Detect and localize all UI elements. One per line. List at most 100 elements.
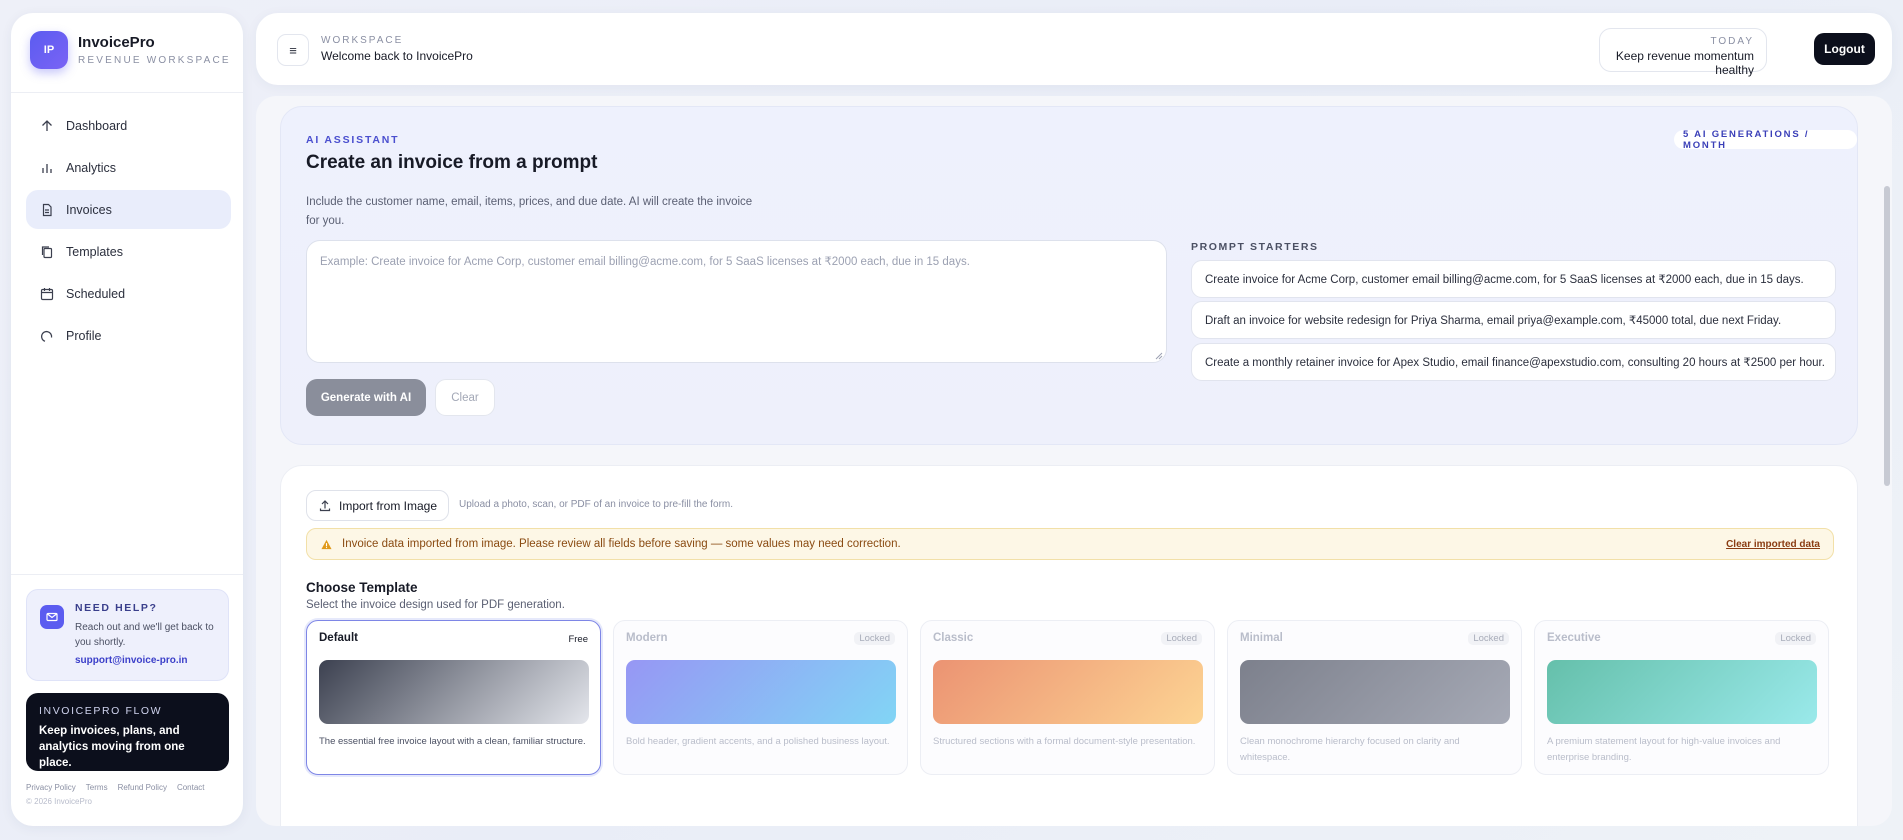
- sidebar-divider: [11, 574, 243, 575]
- sidebar-item-dashboard[interactable]: Dashboard: [26, 106, 231, 145]
- ai-title: Create an invoice from a prompt: [306, 152, 598, 173]
- clear-imported-data-link[interactable]: Clear imported data: [1726, 539, 1820, 550]
- sidebar-item-label: Dashboard: [66, 118, 128, 133]
- template-name: Default: [319, 632, 358, 644]
- ai-generations-badge: 5 AI GENERATIONS / MONTH: [1674, 129, 1857, 151]
- brand[interactable]: IP InvoicePro REVENUE WORKSPACE: [30, 31, 231, 69]
- template-name: Classic: [933, 632, 974, 644]
- sidebar-item-label: Analytics: [66, 160, 117, 175]
- main-content: AI ASSISTANT Create an invoice from a pr…: [256, 96, 1892, 826]
- template-card-executive[interactable]: Executive Locked A premium statement layou…: [1534, 620, 1829, 775]
- menu-toggle-button[interactable]: ≡: [277, 34, 309, 66]
- ai-description: Include the customer name, email, items,…: [306, 196, 753, 227]
- sidebar-item-label: Templates: [66, 244, 123, 259]
- mail-icon: [40, 605, 64, 629]
- template-badge: Locked: [1468, 632, 1509, 645]
- document-icon: [39, 202, 55, 218]
- profile-icon: [39, 328, 55, 344]
- contact-link[interactable]: Contact: [177, 783, 205, 792]
- template-description: Bold header, gradient accents, and a pol…: [626, 736, 890, 747]
- welcome-text: Welcome back to InvoicePro: [321, 49, 473, 63]
- ai-assistant-card: AI ASSISTANT Create an invoice from a pr…: [280, 106, 1858, 445]
- template-card-default[interactable]: Default Free The essential free invoice la…: [306, 620, 601, 775]
- calendar-icon: [39, 286, 55, 302]
- sidebar-item-templates[interactable]: Templates: [26, 232, 231, 271]
- template-badge: Locked: [1775, 632, 1816, 645]
- copyright: © 2026 InvoicePro: [26, 797, 92, 806]
- template-description: Clean monochrome hierarchy focused on cl…: [1240, 736, 1460, 763]
- flow-card: INVOICEPRO FLOW Keep invoices, plans, an…: [26, 693, 229, 771]
- template-card-modern[interactable]: Modern Locked Bold header, gradient accent…: [613, 620, 908, 775]
- flow-title: INVOICEPRO FLOW: [39, 705, 163, 717]
- template-description: A premium statement layout for high-valu…: [1547, 736, 1781, 763]
- sidebar-divider: [11, 92, 243, 93]
- top-bar: ≡ WORKSPACE Welcome back to InvoicePro T…: [256, 13, 1892, 85]
- template-preview: [1547, 660, 1817, 724]
- import-warning-banner: Invoice data imported from image. Please…: [306, 528, 1834, 560]
- brand-subtitle: REVENUE WORKSPACE: [78, 55, 231, 66]
- bar-chart-icon: [39, 160, 55, 176]
- brand-logo: IP: [30, 31, 68, 69]
- workspace-label: WORKSPACE: [321, 35, 404, 46]
- import-hint: Upload a photo, scan, or PDF of an invoi…: [459, 499, 734, 510]
- template-name: Executive: [1547, 632, 1601, 644]
- template-badge: Free: [568, 634, 588, 645]
- sidebar-item-label: Profile: [66, 328, 102, 343]
- help-text: Reach out and we'll get back to you shor…: [75, 622, 214, 648]
- logout-button[interactable]: Logout: [1814, 33, 1875, 65]
- sidebar-item-label: Invoices: [66, 202, 112, 217]
- arrow-up-icon: [39, 118, 55, 134]
- choose-template-subtitle: Select the invoice design used for PDF g…: [306, 599, 565, 611]
- refund-policy-link[interactable]: Refund Policy: [118, 783, 167, 792]
- privacy-policy-link[interactable]: Privacy Policy: [26, 783, 76, 792]
- scrollbar-thumb[interactable]: [1884, 186, 1890, 486]
- warning-icon: [321, 539, 332, 550]
- sidebar: IP InvoicePro REVENUE WORKSPACE Dashboar…: [11, 13, 243, 826]
- sidebar-item-label: Scheduled: [66, 286, 126, 301]
- template-preview: [626, 660, 896, 724]
- resize-handle-icon[interactable]: [1155, 351, 1163, 360]
- template-preview: [319, 660, 589, 724]
- template-name: Minimal: [1240, 632, 1283, 644]
- invoice-form-card: Import from Image Upload a photo, scan, …: [280, 465, 1858, 826]
- clear-button[interactable]: Clear: [435, 379, 495, 416]
- choose-template-title: Choose Template: [306, 580, 418, 595]
- prompt-starter[interactable]: Create a monthly retainer invoice for Ap…: [1191, 343, 1836, 381]
- prompt-placeholder: Example: Create invoice for Acme Corp, c…: [320, 256, 970, 268]
- terms-link[interactable]: Terms: [86, 783, 108, 792]
- today-box: TODAY Keep revenue momentum healthy: [1599, 28, 1767, 77]
- sidebar-item-profile[interactable]: Profile: [26, 316, 231, 355]
- footer-links: Privacy Policy Terms Refund Policy Conta…: [26, 783, 205, 792]
- sidebar-item-scheduled[interactable]: Scheduled: [26, 274, 231, 313]
- generate-with-ai-button[interactable]: Generate with AI: [306, 379, 426, 416]
- template-description: Structured sections with a formal docume…: [933, 736, 1196, 747]
- template-preview: [1240, 660, 1510, 724]
- sidebar-item-invoices[interactable]: Invoices: [26, 190, 231, 229]
- template-description: The essential free invoice layout with a…: [319, 736, 586, 747]
- today-text: Keep revenue momentum healthy: [1615, 49, 1754, 77]
- import-from-image-button[interactable]: Import from Image: [306, 490, 449, 521]
- upload-icon: [319, 499, 331, 512]
- template-preview: [933, 660, 1203, 724]
- ai-kicker: AI ASSISTANT: [306, 134, 400, 146]
- menu-icon: ≡: [289, 42, 297, 58]
- scrollbar[interactable]: [1882, 96, 1892, 826]
- help-card: NEED HELP? Reach out and we'll get back …: [26, 589, 229, 681]
- prompt-starter[interactable]: Draft an invoice for website redesign fo…: [1191, 301, 1836, 339]
- prompt-input[interactable]: Example: Create invoice for Acme Corp, c…: [306, 240, 1167, 363]
- template-badge: Locked: [1161, 632, 1202, 645]
- template-badge: Locked: [854, 632, 895, 645]
- copy-icon: [39, 244, 55, 260]
- warning-text: Invoice data imported from image. Please…: [342, 538, 901, 550]
- template-card-classic[interactable]: Classic Locked Structured sections with a …: [920, 620, 1215, 775]
- import-label: Import from Image: [339, 498, 438, 513]
- flow-text: Keep invoices, plans, and analytics movi…: [39, 725, 185, 769]
- help-title: NEED HELP?: [75, 602, 158, 614]
- support-email-link[interactable]: support@invoice-pro.in: [75, 655, 216, 666]
- sidebar-item-analytics[interactable]: Analytics: [26, 148, 231, 187]
- prompt-starters-label: PROMPT STARTERS: [1191, 241, 1319, 253]
- template-name: Modern: [626, 632, 668, 644]
- template-card-minimal[interactable]: Minimal Locked Clean monochrome hierarchy …: [1227, 620, 1522, 775]
- sidebar-nav: Dashboard Analytics Invoices Templates S…: [26, 106, 231, 358]
- prompt-starter[interactable]: Create invoice for Acme Corp, customer e…: [1191, 260, 1836, 298]
